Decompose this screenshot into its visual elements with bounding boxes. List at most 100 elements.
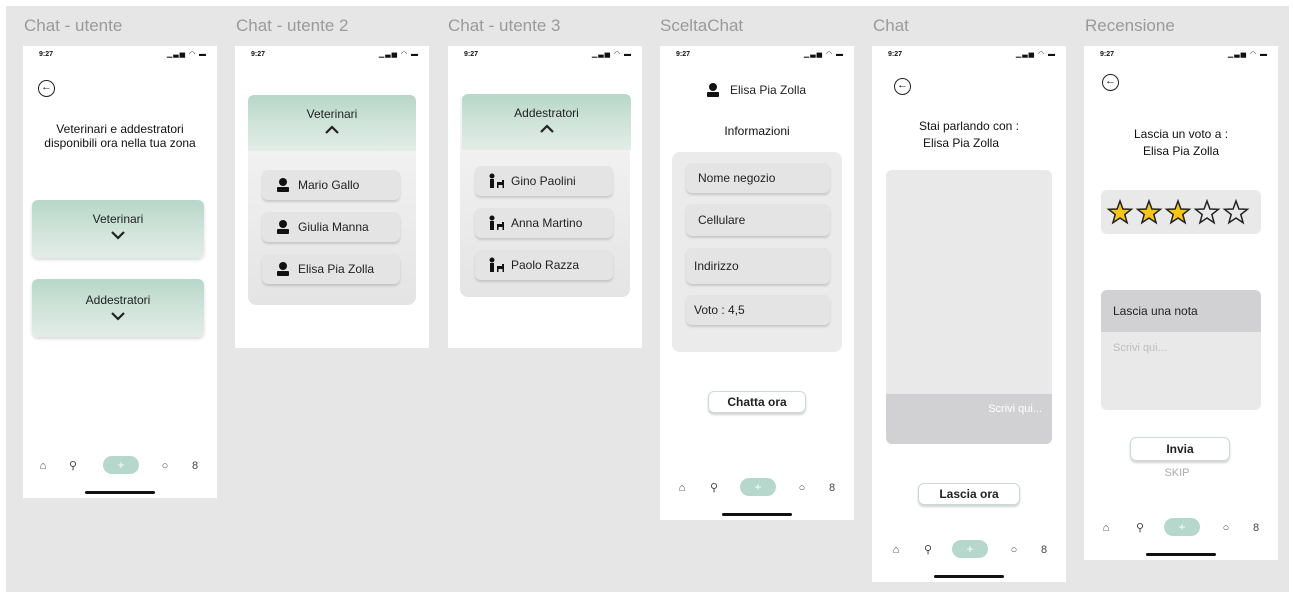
list-item-vet[interactable]: Giulia Manna [262, 212, 400, 242]
status-time: 9:27 [39, 51, 54, 58]
status-time: 9:27 [464, 51, 479, 58]
list-item-trainer[interactable]: Anna Martino [475, 208, 613, 238]
map-pin-icon[interactable]: ⚲ [67, 460, 79, 472]
person-icon [277, 178, 289, 192]
home-indicator [1146, 553, 1216, 556]
add-button[interactable]: + [952, 540, 988, 558]
phone-chat-utente-3: 9:27 ▁▃▅ ◠ ▬ Addestratori Gino Paolini A… [448, 46, 642, 348]
signal-wifi-battery-icon: ▁▃▅ ◠ ▬ [378, 51, 419, 58]
list-item-name: Elisa Pia Zolla [298, 262, 375, 276]
home-icon[interactable]: ⌂ [676, 482, 688, 494]
review-target-name: Elisa Pia Zolla [1142, 144, 1220, 158]
home-icon[interactable]: ⌂ [1100, 522, 1112, 534]
tab-bar: ⌂ ⚲ + ○ 8 [872, 536, 1066, 582]
status-bar: 9:27 ▁▃▅ ◠ ▬ [660, 46, 854, 62]
frame-title-sceltachat: SceltaChat [660, 16, 744, 35]
list-item-vet[interactable]: Mario Gallo [262, 170, 400, 200]
status-bar: 9:27 ▁▃▅ ◠ ▬ [235, 46, 429, 62]
star-filled-icon[interactable] [1135, 198, 1163, 225]
signal-wifi-battery-icon: ▁▃▅ ◠ ▬ [166, 51, 207, 58]
star-filled-icon[interactable] [1106, 198, 1134, 225]
person-with-dog-icon [489, 173, 504, 188]
info-field-address: Indirizzo [686, 248, 830, 284]
star-filled-icon[interactable] [1164, 198, 1192, 225]
frame-title-chat: Chat [873, 16, 909, 35]
info-field-rating: Voto : 4,5 [686, 295, 830, 325]
note-input[interactable]: Scrivi qui... [1101, 332, 1261, 354]
chat-partner-name: Elisa Pia Zolla [922, 136, 1000, 150]
veterinari-header-label: Veterinari [306, 107, 358, 121]
list-item-name: Mario Gallo [298, 178, 360, 192]
tab-bar: ⌂ ⚲ + ○ 8 [23, 452, 217, 498]
list-item-trainer[interactable]: Gino Paolini [475, 166, 613, 196]
profile-icon[interactable]: 8 [1250, 522, 1262, 534]
chatta-ora-button[interactable]: Chatta ora [708, 391, 806, 413]
back-arrow-icon[interactable]: ← [894, 78, 911, 95]
message-placeholder: Scrivi qui... [988, 403, 1042, 415]
addestratori-card-label: Addestratori [85, 293, 151, 307]
page-heading: Veterinari e addestratori disponibili or… [44, 122, 196, 150]
veterinari-card[interactable]: Veterinari [32, 200, 204, 258]
home-icon[interactable]: ⌂ [37, 460, 49, 472]
map-pin-icon[interactable]: ⚲ [922, 544, 934, 556]
status-time: 9:27 [676, 51, 691, 58]
map-pin-icon[interactable]: ⚲ [1134, 522, 1146, 534]
profile-icon[interactable]: 8 [826, 482, 838, 494]
status-time: 9:27 [251, 51, 266, 58]
addestratori-card[interactable]: Addestratori [32, 279, 204, 337]
invia-button[interactable]: Invia [1130, 437, 1230, 461]
signal-wifi-battery-icon: ▁▃▅ ◠ ▬ [591, 51, 632, 58]
tab-bar: ⌂ ⚲ + ○ 8 [1084, 514, 1278, 560]
profile-icon[interactable]: 8 [1038, 544, 1050, 556]
veterinari-header[interactable]: Veterinari [248, 95, 416, 151]
phone-chat-utente: 9:27 ▁▃▅ ◠ ▬ ← Veterinari e addestratori… [23, 46, 217, 498]
person-icon [707, 83, 719, 97]
chevron-up-icon [325, 125, 339, 134]
chat-bubble-icon[interactable]: ○ [1220, 522, 1232, 534]
info-title: Informazioni [724, 124, 790, 138]
map-pin-icon[interactable]: ⚲ [708, 482, 720, 494]
signal-wifi-battery-icon: ▁▃▅ ◠ ▬ [803, 51, 844, 58]
back-arrow-icon[interactable]: ← [1102, 74, 1119, 91]
star-rating[interactable] [1106, 198, 1256, 228]
list-item-name: Anna Martino [511, 216, 583, 230]
status-bar: 9:27 ▁▃▅ ◠ ▬ [448, 46, 642, 62]
star-empty-icon[interactable] [1222, 198, 1250, 225]
chat-bubble-icon[interactable]: ○ [1008, 544, 1020, 556]
status-time: 9:27 [888, 51, 903, 58]
list-item-name: Paolo Razza [511, 258, 580, 272]
chevron-down-icon [111, 312, 125, 321]
add-button[interactable]: + [103, 456, 139, 474]
list-item-vet[interactable]: Elisa Pia Zolla [262, 254, 400, 284]
note-box: Lascia una nota Scrivi qui... [1101, 290, 1261, 410]
note-label: Lascia una nota [1101, 290, 1261, 332]
status-bar: 9:27 ▁▃▅ ◠ ▬ [1084, 46, 1278, 62]
status-bar: 9:27 ▁▃▅ ◠ ▬ [23, 46, 217, 62]
add-button[interactable]: + [1164, 518, 1200, 536]
chat-bubble-icon[interactable]: ○ [796, 482, 808, 494]
add-button[interactable]: + [740, 478, 776, 496]
frame-title-chat-utente-2: Chat - utente 2 [236, 16, 349, 35]
phone-chat-utente-2: 9:27 ▁▃▅ ◠ ▬ Veterinari Mario Gallo Giul… [235, 46, 429, 348]
frame-title-chat-utente: Chat - utente [24, 16, 123, 35]
home-icon[interactable]: ⌂ [890, 544, 902, 556]
lascia-ora-button[interactable]: Lascia ora [918, 483, 1020, 505]
chat-bubble-icon[interactable]: ○ [159, 460, 171, 472]
back-arrow-icon[interactable]: ← [38, 80, 55, 97]
frame-title-chat-utente-3: Chat - utente 3 [448, 16, 561, 35]
frame-title-recensione: Recensione [1085, 16, 1175, 35]
home-indicator [85, 491, 155, 494]
star-empty-icon[interactable] [1193, 198, 1221, 225]
message-input[interactable]: Scrivi qui... [886, 394, 1052, 444]
phone-chat: 9:27 ▁▃▅ ◠ ▬ ← Stai parlando con : Elisa… [872, 46, 1066, 582]
design-canvas: Chat - utente 9:27 ▁▃▅ ◠ ▬ ← Veterinari … [6, 6, 1289, 592]
list-item-name: Gino Paolini [511, 174, 576, 188]
skip-link[interactable]: SKIP [1084, 467, 1274, 479]
talking-label: Stai parlando con : [918, 119, 1020, 133]
home-indicator [722, 513, 792, 516]
list-item-trainer[interactable]: Paolo Razza [475, 250, 613, 280]
phone-sceltachat: 9:27 ▁▃▅ ◠ ▬ Elisa Pia Zolla Informazion… [660, 46, 854, 520]
status-bar: 9:27 ▁▃▅ ◠ ▬ [872, 46, 1066, 62]
addestratori-header[interactable]: Addestratori [462, 94, 631, 150]
profile-icon[interactable]: 8 [189, 460, 201, 472]
